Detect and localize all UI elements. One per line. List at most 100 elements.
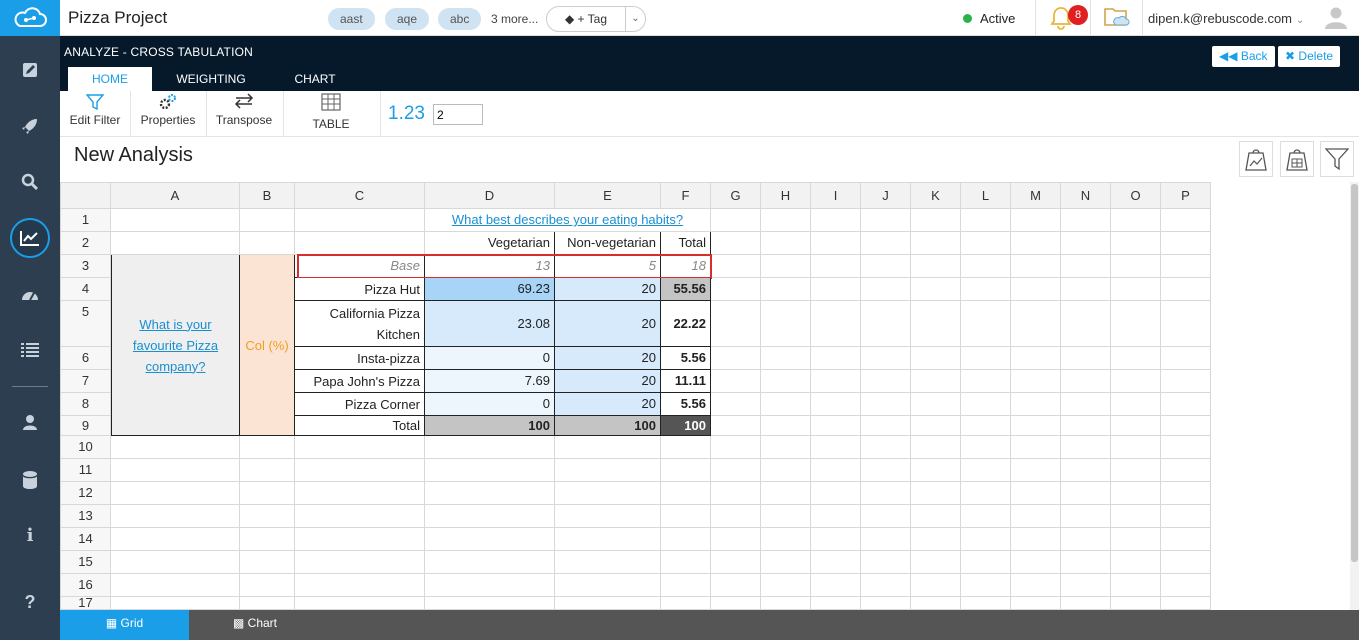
grid-cell[interactable] bbox=[295, 597, 425, 610]
sidebar-item-launch[interactable] bbox=[0, 106, 60, 146]
grid-cell[interactable] bbox=[1161, 505, 1211, 528]
grid-cell[interactable] bbox=[1061, 505, 1111, 528]
grid-cell[interactable] bbox=[1111, 301, 1161, 347]
grid-cell[interactable] bbox=[240, 551, 295, 574]
scrollbar-thumb[interactable] bbox=[1351, 184, 1358, 562]
column-header-d[interactable]: D bbox=[425, 182, 555, 209]
grid-cell[interactable] bbox=[711, 301, 761, 347]
more-tags-link[interactable]: 3 more... bbox=[491, 12, 538, 26]
grid-cell[interactable] bbox=[811, 574, 861, 597]
grid-cell[interactable] bbox=[811, 370, 861, 393]
grid-cell[interactable] bbox=[811, 209, 861, 232]
row-header[interactable]: 11 bbox=[60, 459, 111, 482]
grid-cell[interactable] bbox=[555, 551, 661, 574]
grid-cell[interactable] bbox=[1111, 209, 1161, 232]
grid-cell[interactable] bbox=[1061, 278, 1111, 301]
grid-cell[interactable] bbox=[911, 482, 961, 505]
grid-cell[interactable] bbox=[295, 436, 425, 459]
grid-cell[interactable] bbox=[1111, 232, 1161, 255]
grid-cell[interactable] bbox=[911, 209, 961, 232]
column-header-o[interactable]: O bbox=[1111, 182, 1161, 209]
app-logo[interactable] bbox=[0, 0, 60, 36]
grid-cell[interactable] bbox=[861, 255, 911, 278]
grid-cell[interactable] bbox=[961, 278, 1011, 301]
column-header-c[interactable]: C bbox=[295, 182, 425, 209]
grid-cell[interactable] bbox=[240, 482, 295, 505]
grid-cell[interactable] bbox=[711, 597, 761, 610]
grid-cell[interactable] bbox=[811, 459, 861, 482]
grid-cell[interactable] bbox=[240, 459, 295, 482]
grid-cell[interactable] bbox=[911, 574, 961, 597]
tab-chart[interactable]: CHART bbox=[284, 67, 346, 91]
grid-cell[interactable] bbox=[861, 347, 911, 370]
grid-cell[interactable] bbox=[661, 482, 711, 505]
grid-cell[interactable] bbox=[111, 551, 240, 574]
table-button[interactable]: TABLE bbox=[296, 91, 366, 137]
grid-cell[interactable] bbox=[711, 574, 761, 597]
grid-cell[interactable] bbox=[555, 597, 661, 610]
grid-cell[interactable] bbox=[961, 528, 1011, 551]
grid-cell[interactable] bbox=[1111, 255, 1161, 278]
grid-cell[interactable] bbox=[861, 551, 911, 574]
filter-panel-button[interactable] bbox=[1320, 141, 1354, 177]
column-header-k[interactable]: K bbox=[911, 182, 961, 209]
sidebar-item-user[interactable] bbox=[0, 402, 60, 442]
delete-button[interactable]: ✖ Delete bbox=[1278, 46, 1341, 67]
grid-cell[interactable] bbox=[961, 482, 1011, 505]
grid-cell[interactable] bbox=[811, 393, 861, 416]
row-header[interactable]: 7 bbox=[60, 370, 111, 393]
grid-cell[interactable] bbox=[961, 459, 1011, 482]
grid-cell[interactable] bbox=[861, 597, 911, 610]
grid-cell[interactable] bbox=[861, 301, 911, 347]
grid-cell[interactable] bbox=[761, 301, 811, 347]
transpose-button[interactable]: Transpose bbox=[212, 91, 276, 137]
row-header[interactable]: 4 bbox=[60, 278, 111, 301]
grid-cell[interactable] bbox=[761, 416, 811, 436]
add-tag-button[interactable]: ◆ + Tag ⌄ bbox=[546, 6, 646, 32]
grid-cell[interactable] bbox=[295, 551, 425, 574]
grid-cell[interactable] bbox=[911, 301, 961, 347]
grid-cell[interactable] bbox=[1061, 232, 1111, 255]
grid-cell[interactable] bbox=[861, 436, 911, 459]
grid-cell[interactable] bbox=[761, 436, 811, 459]
grid-cell[interactable] bbox=[661, 436, 711, 459]
grid-cell[interactable] bbox=[425, 574, 555, 597]
grid-cell[interactable] bbox=[911, 528, 961, 551]
grid-cell[interactable] bbox=[240, 436, 295, 459]
grid-cell[interactable] bbox=[711, 209, 761, 232]
sidebar-item-dashboard[interactable] bbox=[0, 275, 60, 315]
grid-cell[interactable] bbox=[911, 278, 961, 301]
chevron-down-icon[interactable]: ⌄ bbox=[625, 7, 645, 31]
sidebar-item-edit[interactable] bbox=[0, 50, 60, 90]
grid-cell[interactable] bbox=[1111, 436, 1161, 459]
grid-cell[interactable] bbox=[961, 301, 1011, 347]
grid-cell[interactable] bbox=[1011, 505, 1061, 528]
grid-cell[interactable] bbox=[811, 505, 861, 528]
column-header-j[interactable]: J bbox=[861, 182, 911, 209]
grid-cell[interactable] bbox=[111, 232, 240, 255]
grid-cell[interactable] bbox=[1161, 482, 1211, 505]
grid-cell[interactable] bbox=[961, 416, 1011, 436]
grid-cell[interactable] bbox=[1161, 232, 1211, 255]
grid-cell[interactable] bbox=[111, 597, 240, 610]
grid-cell[interactable] bbox=[240, 528, 295, 551]
grid-cell[interactable] bbox=[1061, 209, 1111, 232]
grid-cell[interactable] bbox=[425, 436, 555, 459]
row-header[interactable]: 3 bbox=[60, 255, 111, 278]
grid-cell[interactable] bbox=[240, 232, 295, 255]
export-table-button[interactable] bbox=[1280, 141, 1314, 177]
grid-cell[interactable] bbox=[1011, 597, 1061, 610]
grid-cell[interactable] bbox=[911, 597, 961, 610]
grid-cell[interactable] bbox=[761, 505, 811, 528]
grid-cell[interactable] bbox=[111, 574, 240, 597]
grid-cell[interactable] bbox=[425, 551, 555, 574]
grid-cell[interactable] bbox=[240, 209, 295, 232]
grid-cell[interactable] bbox=[911, 551, 961, 574]
grid-cell[interactable] bbox=[555, 436, 661, 459]
grid-cell[interactable] bbox=[111, 505, 240, 528]
row-header[interactable]: 2 bbox=[60, 232, 111, 255]
grid-cell[interactable] bbox=[961, 209, 1011, 232]
grid-cell[interactable] bbox=[811, 347, 861, 370]
grid-cell[interactable] bbox=[111, 436, 240, 459]
grid-cell[interactable] bbox=[555, 528, 661, 551]
